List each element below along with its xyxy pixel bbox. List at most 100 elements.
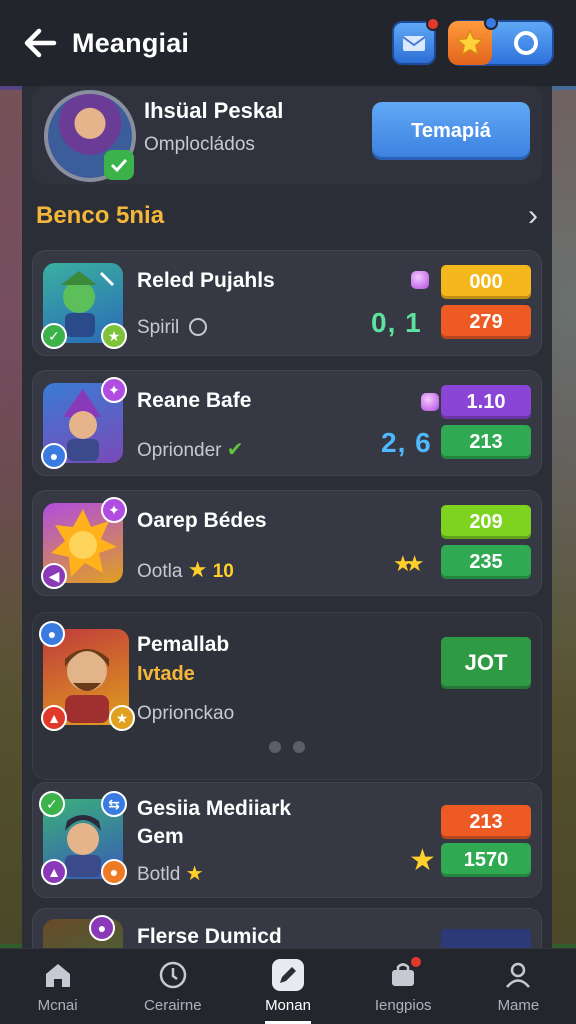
item-title: Gesiia Mediiark: [137, 797, 292, 820]
item-subtitle: Botld ★: [137, 863, 204, 885]
purple-badge: ●: [89, 915, 115, 941]
profile-action-button[interactable]: Temapiá: [372, 102, 530, 160]
star-icon: ★: [185, 863, 204, 885]
chevron-right-icon: ›: [528, 199, 538, 232]
item-title: Pemallab: [137, 633, 230, 656]
orange-badge: ●: [101, 859, 127, 885]
star-icon: ★: [409, 844, 436, 877]
blue-badge: ●: [41, 443, 67, 469]
list-item[interactable]: ✦ ● Reane Bafe Oprionder ✔ 2, 6 1.10 213: [32, 370, 542, 476]
purple-badge: ✦: [101, 377, 127, 403]
page-dot[interactable]: [269, 741, 281, 753]
gold-badge: ★: [109, 705, 135, 731]
section-title: Benco 5nia: [36, 202, 165, 229]
item-title: Reane Bafe: [137, 389, 252, 412]
stat-box-top: 213: [441, 805, 531, 839]
nav-label: Monan: [265, 997, 311, 1014]
page-dot[interactable]: [293, 741, 305, 753]
nav-item-home[interactable]: Mcnai: [0, 949, 115, 1024]
red-badge: ▲: [41, 705, 67, 731]
purple-badge-small: ◀: [41, 563, 67, 589]
stat-box-top: 000: [441, 265, 531, 299]
back-button[interactable]: [22, 25, 58, 61]
main-panel: Ihsüal Peskal Omplocládos Temapiá Benco …: [22, 86, 552, 948]
item-score: 0, 1: [371, 307, 422, 338]
green-badge: ✓: [41, 323, 67, 349]
item-title: Reled Pujahls: [137, 269, 275, 292]
mail-icon: [402, 36, 426, 51]
verified-badge: [104, 150, 134, 180]
item-subtitle: Ootla ★ 10: [137, 557, 234, 582]
currency-pill[interactable]: [448, 16, 554, 66]
stat-box-bottom: 279: [441, 305, 531, 339]
nav-label: Mcnai: [37, 997, 78, 1014]
stat-box-top: 1.10: [441, 385, 531, 419]
star-icon: ★: [187, 557, 208, 582]
purple-badge: ▲: [41, 859, 67, 885]
page-title: Meangiai: [72, 27, 190, 58]
item-title: Oarep Bédes: [137, 509, 267, 532]
nav-item-profile[interactable]: Mame: [461, 949, 576, 1024]
nav-label: Mame: [497, 997, 540, 1014]
item-subtitle: Spiril: [137, 317, 207, 339]
item-title: Flerse Dumicd: [137, 925, 282, 948]
clock-icon: [188, 318, 207, 336]
star-badge: ★: [101, 323, 127, 349]
star-icon: [455, 28, 485, 56]
nav-label: Cerairne: [144, 997, 202, 1014]
ring-icon: [514, 31, 538, 55]
list-item[interactable]: ● ▲ ★ Pemallab Ivtade Oprionckao JOT: [32, 612, 542, 780]
home-icon: [45, 964, 70, 987]
stars-icon: ★★: [393, 551, 425, 576]
item-subtitle: Oprionder ✔: [137, 439, 244, 461]
avatar: ● ▲ ★: [39, 621, 135, 731]
heart-check-icon: ✔: [226, 439, 244, 461]
avatar: ✦ ●: [41, 377, 127, 469]
notification-badge: [409, 955, 424, 969]
profile-name: Ihsüal Peskal: [144, 98, 284, 123]
pagination-dots: [269, 741, 305, 753]
gem-icon: [421, 393, 439, 411]
profile-subtitle: Omplocládos: [144, 134, 255, 155]
list-item[interactable]: ✓ ★ Reled Pujahls Spiril 0, 1 000 279: [32, 250, 542, 356]
join-button[interactable]: JOT: [441, 637, 531, 689]
stat-box-bottom: 1570: [441, 843, 531, 877]
blue-badge: ⇆: [101, 791, 127, 817]
stat-box-top: 209: [441, 505, 531, 539]
bottom-nav: Mcnai Cerairne Monan Iengpios Mame: [0, 948, 576, 1024]
avatar: ●: [43, 915, 123, 948]
list-item[interactable]: ● Flerse Dumicd: [32, 908, 542, 948]
nav-label: Iengpios: [374, 997, 432, 1014]
blue-badge: ●: [39, 621, 65, 647]
gem-icon: [411, 271, 429, 289]
item-title-line2: Gem: [137, 825, 184, 848]
nav-item-monan[interactable]: Monan: [230, 949, 345, 1024]
avatar: [44, 90, 136, 182]
background-right-wall: [548, 90, 576, 944]
stat-box-top: [441, 929, 531, 948]
item-score: 2, 6: [381, 427, 432, 458]
notification-badge: [426, 17, 440, 31]
item-tag: Ivtade: [137, 663, 195, 685]
avatar: ✓ ⇆ ▲ ●: [39, 791, 127, 885]
avatar: ✓ ★: [41, 263, 127, 349]
profile-icon: [506, 962, 531, 988]
list-item[interactable]: ✦ ◀ Oarep Bédes Ootla ★ 10 ★★ 209 235: [32, 490, 542, 596]
purple-badge: ✦: [101, 497, 127, 523]
edit-icon: [280, 967, 296, 983]
arrow-left-icon: [24, 28, 57, 58]
mail-button[interactable]: [392, 17, 440, 65]
notification-badge: [484, 16, 498, 30]
green-badge: ✓: [39, 791, 65, 817]
check-icon: [110, 158, 128, 173]
item-subtitle: Oprionckao: [137, 703, 235, 724]
list-item[interactable]: ✓ ⇆ ▲ ● Gesiia Mediiark Gem Botld ★ ★ 21…: [32, 782, 542, 898]
compass-icon: [159, 961, 187, 989]
section-header[interactable]: Benco 5nia ›: [22, 184, 552, 248]
profile-card: Ihsüal Peskal Omplocládos Temapiá: [32, 86, 542, 184]
stat-box-bottom: 235: [441, 545, 531, 579]
top-bar: Meangiai: [0, 0, 576, 86]
nav-item-compass[interactable]: Cerairne: [115, 949, 230, 1024]
nav-item-bag[interactable]: Iengpios: [346, 949, 461, 1024]
stat-box-bottom: 213: [441, 425, 531, 459]
